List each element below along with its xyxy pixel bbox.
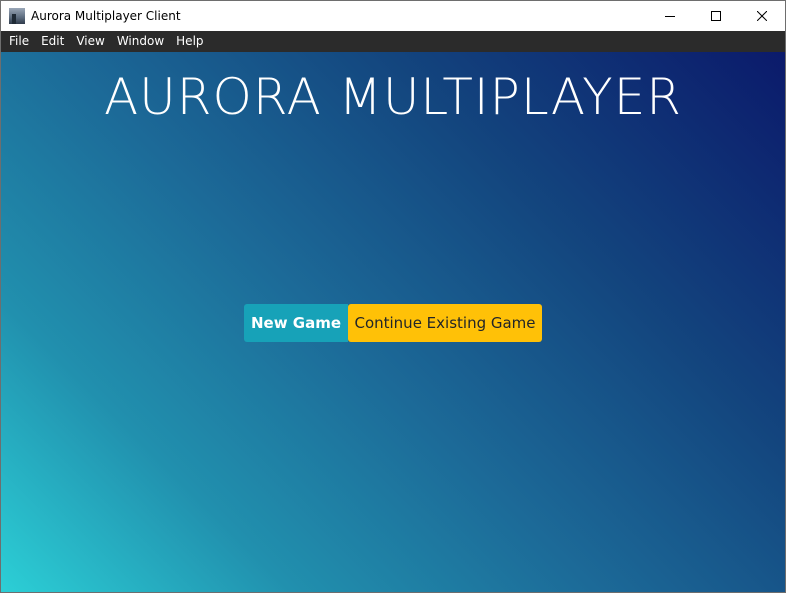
- action-buttons: New Game Continue Existing Game: [244, 304, 542, 342]
- menu-edit[interactable]: Edit: [35, 31, 70, 52]
- menu-bar: File Edit View Window Help: [1, 31, 785, 52]
- maximize-button[interactable]: [693, 1, 739, 31]
- close-icon: [757, 11, 767, 21]
- window-title: Aurora Multiplayer Client: [31, 9, 181, 23]
- window-controls: [647, 1, 785, 31]
- minimize-button[interactable]: [647, 1, 693, 31]
- page-title: AURORA MULTIPLAYER: [103, 68, 683, 126]
- menu-view[interactable]: View: [70, 31, 110, 52]
- menu-file[interactable]: File: [3, 31, 35, 52]
- maximize-icon: [711, 11, 721, 21]
- menu-help[interactable]: Help: [170, 31, 209, 52]
- title-bar[interactable]: Aurora Multiplayer Client: [1, 1, 785, 31]
- main-content: AURORA MULTIPLAYER New Game Continue Exi…: [1, 52, 785, 592]
- app-window: Aurora Multiplayer Client File Edit View…: [0, 0, 786, 593]
- minimize-icon: [665, 16, 675, 17]
- new-game-button[interactable]: New Game: [244, 304, 348, 342]
- close-button[interactable]: [739, 1, 785, 31]
- app-icon: [9, 8, 25, 24]
- menu-window[interactable]: Window: [111, 31, 170, 52]
- continue-game-button[interactable]: Continue Existing Game: [348, 304, 542, 342]
